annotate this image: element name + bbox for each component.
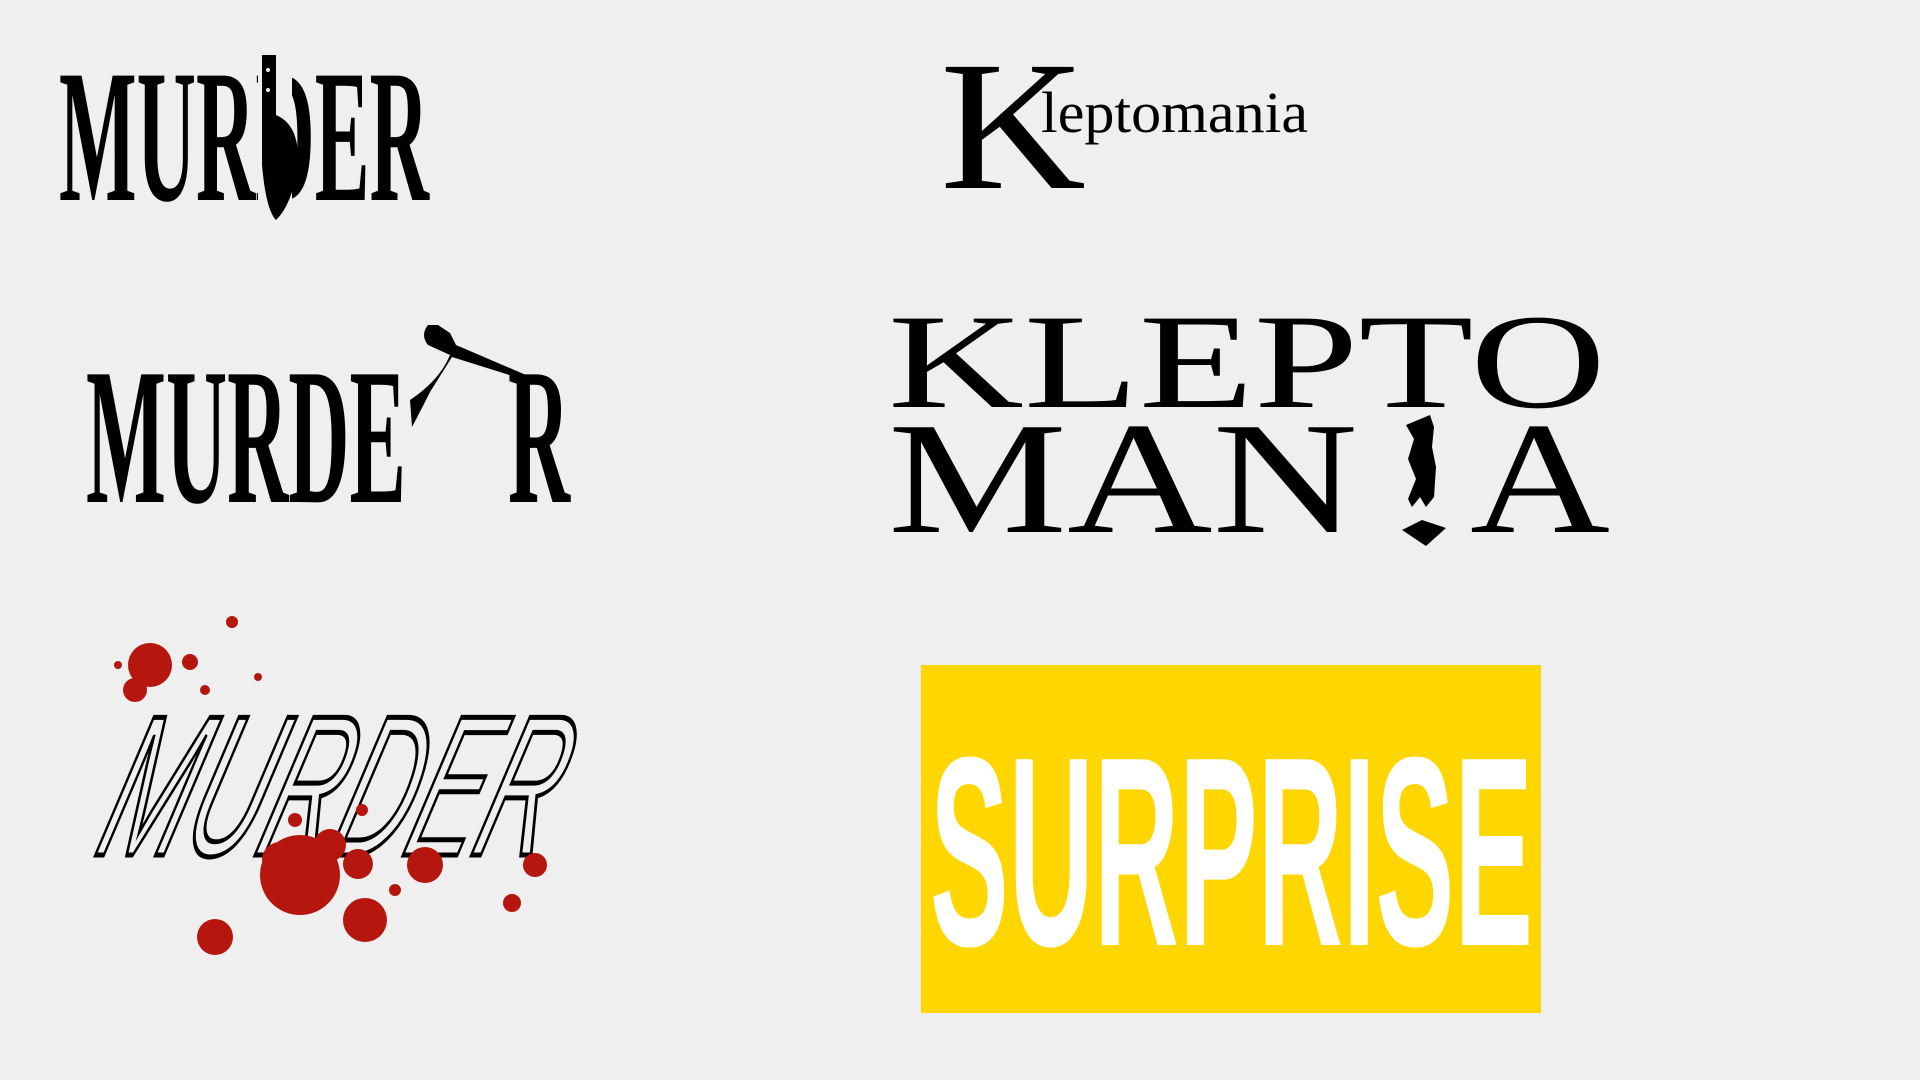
murder-blood-text: MURDER: [78, 675, 601, 898]
kleptomania-line2-left: MAN: [888, 389, 1358, 567]
surprise-logo: SURPRISE: [921, 665, 1541, 1013]
murder-blood-logo: MURDER: [76, 616, 603, 955]
murder-stab-right: R: [508, 329, 571, 545]
murder-stab-logo: MURDE R: [86, 325, 571, 545]
murder-knife-logo: MURDER: [59, 32, 430, 242]
kleptomania-large-logo: KLEPTO MAN A: [888, 288, 1610, 567]
kleptomania-rest: leptomania: [1041, 80, 1308, 145]
murder-knife-text: MURDER: [59, 32, 430, 242]
murder-stab-left: MURDE: [86, 329, 406, 545]
kleptomania-line2-right: A: [1470, 389, 1610, 567]
kleptomania-small-logo: K leptomania: [940, 24, 1308, 229]
surprise-text: SURPRISE: [930, 702, 1533, 1003]
logo-board: MURDER K leptomania MURDE R KLEPTO MAN A…: [59, 24, 1610, 1013]
